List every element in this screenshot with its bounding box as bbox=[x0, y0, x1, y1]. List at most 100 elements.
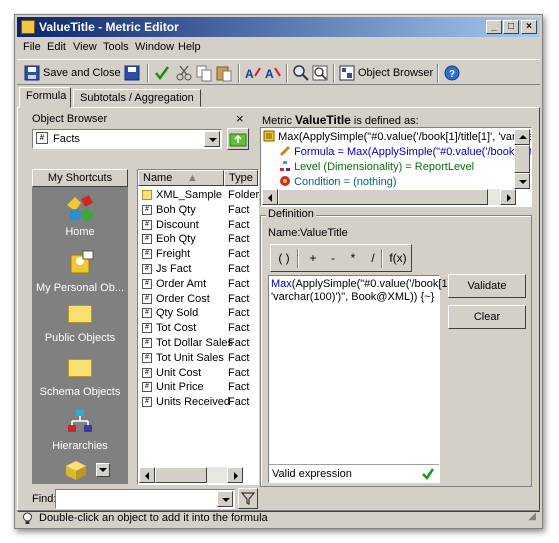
chevron-down-icon[interactable] bbox=[204, 131, 220, 147]
scroll-left-button[interactable] bbox=[262, 189, 278, 205]
definition-tree[interactable]: Max(ApplySimple("#0.value('/book[1]/titl… bbox=[260, 127, 532, 207]
folder-dropdown[interactable]: # Facts bbox=[32, 129, 222, 149]
list-item[interactable]: # Boh Qty Fact bbox=[140, 203, 258, 218]
tree-root-node[interactable]: Max(ApplySimple("#0.value('/book[1]/titl… bbox=[263, 130, 532, 143]
title-bar[interactable]: ValueTitle - Metric Editor _ □ × bbox=[17, 17, 540, 37]
scroll-thumb[interactable] bbox=[278, 189, 488, 205]
tab-formula[interactable]: Formula bbox=[19, 87, 71, 108]
toolbar-separator bbox=[381, 249, 383, 268]
shortcuts-more-button[interactable] bbox=[96, 463, 110, 477]
cut-icon[interactable] bbox=[175, 64, 193, 82]
chevron-right-icon bbox=[507, 194, 511, 202]
sort-ascending-icon: ▲ bbox=[187, 172, 198, 184]
save-and-close-button[interactable]: Save and Close bbox=[43, 67, 121, 79]
save-icon[interactable] bbox=[123, 64, 141, 82]
list-item[interactable]: # Unit Cost Fact bbox=[140, 366, 258, 381]
maximize-button[interactable]: □ bbox=[503, 20, 519, 34]
help-icon[interactable]: ? bbox=[443, 64, 461, 82]
copy-icon[interactable] bbox=[195, 64, 213, 82]
shortcut-home[interactable]: Home bbox=[32, 193, 128, 238]
shortcut-public-objects[interactable]: Public Objects bbox=[32, 305, 128, 344]
list-item[interactable]: # Eoh Qty Fact bbox=[140, 232, 258, 247]
scroll-thumb[interactable] bbox=[155, 467, 207, 483]
plus-button[interactable]: + bbox=[303, 249, 323, 269]
menu-tools[interactable]: Tools bbox=[103, 41, 129, 53]
my-shortcuts-header[interactable]: My Shortcuts bbox=[32, 169, 128, 187]
shortcut-schema-objects-label: Schema Objects bbox=[39, 386, 121, 398]
definition-tree-vertical-scrollbar[interactable] bbox=[514, 129, 530, 189]
find-next-icon[interactable] bbox=[311, 64, 329, 82]
parentheses-button[interactable]: ( ) bbox=[273, 249, 295, 269]
list-item-type: Fact bbox=[228, 351, 250, 364]
object-browser-button[interactable]: Object Browser bbox=[358, 67, 433, 79]
object-list-horizontal-scrollbar[interactable] bbox=[139, 467, 243, 483]
multiply-button[interactable]: * bbox=[343, 249, 363, 269]
list-item[interactable]: # Units Received Fact bbox=[140, 395, 258, 410]
cube-icon[interactable] bbox=[64, 459, 88, 481]
list-item-name: Eoh Qty bbox=[156, 233, 196, 246]
list-item[interactable]: # Order Cost Fact bbox=[140, 292, 258, 307]
resize-grip-icon[interactable]: ◢ bbox=[528, 511, 536, 522]
menu-edit[interactable]: Edit bbox=[47, 41, 66, 53]
close-button[interactable]: × bbox=[521, 20, 537, 34]
scroll-right-button[interactable] bbox=[500, 189, 516, 205]
validation-status: Valid expression bbox=[272, 468, 352, 480]
list-item[interactable]: # Unit Price Fact bbox=[140, 380, 258, 395]
object-browser-close-icon[interactable]: × bbox=[236, 111, 244, 126]
tree-level-node[interactable]: Level (Dimensionality) = ReportLevel bbox=[279, 160, 474, 173]
shortcut-my-personal-objects[interactable]: My Personal Ob... bbox=[32, 249, 128, 294]
go-up-button[interactable] bbox=[227, 128, 249, 150]
object-list[interactable]: Name ▲ Type XML_Sample Folder # Boh Qty Fact… bbox=[137, 169, 259, 485]
font-size-decrease-icon[interactable]: A bbox=[264, 64, 282, 82]
paste-icon[interactable] bbox=[215, 64, 233, 82]
menu-file[interactable]: File bbox=[23, 41, 41, 53]
list-item[interactable]: # Tot Cost Fact bbox=[140, 321, 258, 336]
tab-subtotals-aggregation[interactable]: Subtotals / Aggregation bbox=[73, 89, 201, 107]
scroll-up-button[interactable] bbox=[514, 129, 530, 145]
list-item[interactable]: # Js Fact Fact bbox=[140, 262, 258, 277]
list-item[interactable]: # Freight Fact bbox=[140, 247, 258, 262]
find-input[interactable] bbox=[55, 489, 235, 509]
list-item[interactable]: # Order Amt Fact bbox=[140, 277, 258, 292]
list-item[interactable]: # Tot Unit Sales Fact bbox=[140, 351, 258, 366]
clear-button[interactable]: Clear bbox=[448, 305, 526, 329]
chevron-down-icon[interactable] bbox=[217, 491, 233, 507]
find-icon[interactable] bbox=[292, 64, 310, 82]
shortcut-hierarchies[interactable]: Hierarchies bbox=[32, 407, 128, 452]
scroll-right-button[interactable] bbox=[227, 467, 243, 483]
name-label: Name: bbox=[268, 227, 301, 239]
minus-button[interactable]: - bbox=[323, 249, 343, 269]
menu-bar: File Edit View Tools Window Help bbox=[17, 39, 540, 57]
menu-help[interactable]: Help bbox=[178, 41, 201, 53]
list-item[interactable]: # Discount Fact bbox=[140, 218, 258, 233]
menu-window[interactable]: Window bbox=[135, 41, 174, 53]
list-item[interactable]: # Tot Dollar Sales Fact bbox=[140, 336, 258, 351]
scroll-thumb[interactable] bbox=[514, 145, 530, 173]
hierarchy-icon bbox=[68, 409, 92, 432]
scroll-down-button[interactable] bbox=[514, 173, 530, 189]
formula-editor[interactable]: Max(ApplySimple("#0.value('/book[1]/titl… bbox=[268, 275, 488, 483]
function-button[interactable]: f(x) bbox=[385, 249, 411, 269]
svg-text:?: ? bbox=[449, 69, 455, 80]
formula-text[interactable]: Max(ApplySimple("#0.value('/book[1]/titl… bbox=[271, 278, 488, 304]
validate-button[interactable]: Validate bbox=[448, 274, 526, 298]
list-item[interactable]: XML_Sample Folder bbox=[140, 188, 259, 203]
scroll-left-button[interactable] bbox=[139, 467, 155, 483]
object-browser-title: Object Browser bbox=[32, 113, 108, 125]
column-type-header[interactable]: Type bbox=[224, 170, 258, 186]
filter-button[interactable] bbox=[238, 488, 258, 509]
spell-check-icon[interactable] bbox=[153, 64, 171, 82]
tree-condition-node[interactable]: Condition = (nothing) bbox=[279, 175, 397, 188]
list-item[interactable]: # Qty Sold Fact bbox=[140, 306, 258, 321]
minimize-button[interactable]: _ bbox=[486, 20, 502, 34]
definition-tree-horizontal-scrollbar[interactable] bbox=[262, 189, 516, 205]
column-name-header[interactable]: Name ▲ bbox=[138, 170, 224, 186]
toolbar-separator bbox=[238, 64, 240, 83]
divide-button[interactable]: / bbox=[363, 249, 383, 269]
tree-formula-node[interactable]: Formula = Max(ApplySimple("#0.value('/bo… bbox=[279, 145, 531, 158]
shortcut-schema-objects[interactable]: Schema Objects bbox=[32, 359, 128, 398]
list-item-name: Tot Unit Sales bbox=[156, 351, 224, 364]
font-size-increase-icon[interactable]: A bbox=[244, 64, 262, 82]
menu-view[interactable]: View bbox=[73, 41, 97, 53]
tree-root-label: Max(ApplySimple("#0.value('/book[1]/titl… bbox=[278, 131, 532, 143]
